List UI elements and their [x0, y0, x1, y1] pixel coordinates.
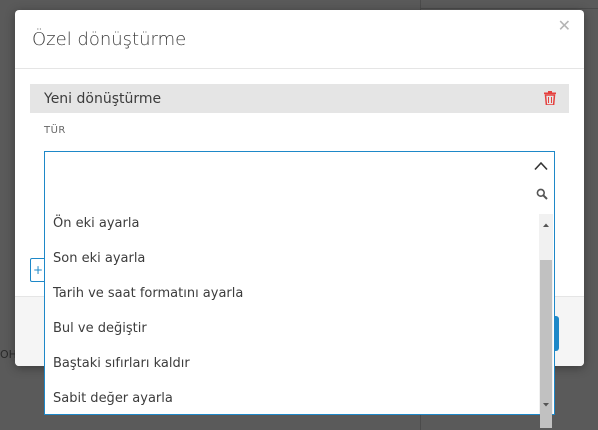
type-select-dropdown[interactable]: Ön eki ayarla Son eki ayarla Tarih ve sa…	[44, 151, 555, 428]
backdrop-divider	[420, 8, 598, 9]
chevron-up-icon[interactable]	[534, 161, 548, 171]
transform-rule-row[interactable]: Yeni dönüştürme	[30, 84, 569, 113]
option-set-datetime-format[interactable]: Tarih ve saat formatını ayarla	[45, 276, 538, 311]
rule-name: Yeni dönüştürme	[44, 91, 162, 107]
trash-icon[interactable]	[544, 91, 556, 105]
option-list: Ön eki ayarla Son eki ayarla Tarih ve sa…	[45, 206, 538, 414]
scroll-down-arrow-icon[interactable]	[539, 398, 553, 412]
search-icon[interactable]	[536, 188, 548, 200]
scroll-up-arrow-icon[interactable]	[539, 218, 553, 232]
close-icon[interactable]: ✕	[558, 18, 571, 34]
option-set-suffix[interactable]: Son eki ayarla	[45, 241, 538, 276]
dialog-title: Özel dönüştürme	[32, 29, 187, 50]
option-set-constant-value[interactable]: Sabit değer ayarla	[45, 381, 538, 416]
option-list-scrollbar[interactable]	[539, 214, 553, 428]
option-remove-leading-zeros[interactable]: Baştaki sıfırları kaldır	[45, 346, 538, 381]
dialog-header: Özel dönüştürme ✕	[15, 10, 584, 69]
type-field-label: TÜR	[44, 125, 66, 136]
option-set-prefix[interactable]: Ön eki ayarla	[45, 206, 538, 241]
option-find-replace[interactable]: Bul ve değiştir	[45, 311, 538, 346]
